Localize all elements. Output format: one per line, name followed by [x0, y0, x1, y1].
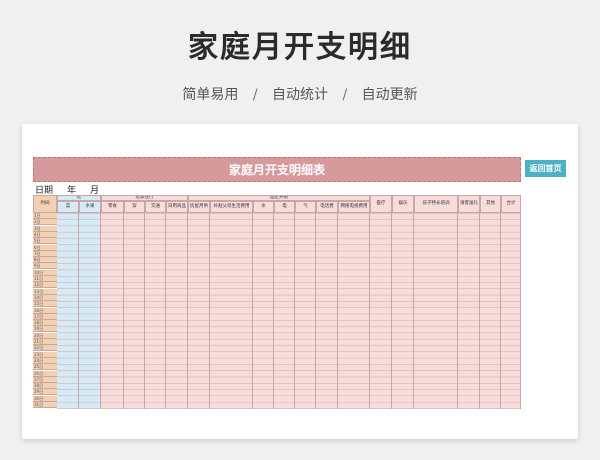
- header-entertainment: 娱乐: [392, 195, 414, 213]
- header-transport: 交通: [145, 201, 166, 213]
- column-fruit[interactable]: [79, 213, 101, 409]
- column-water[interactable]: [253, 213, 274, 409]
- column-child-training[interactable]: [414, 213, 458, 409]
- day-cell: 25日: [33, 364, 57, 371]
- day-cell: 2日: [33, 219, 57, 226]
- page-title: 家庭月开支明细: [188, 30, 412, 65]
- header-rent: 房屋月供: [188, 201, 210, 213]
- day-cell: 14日: [33, 294, 57, 301]
- header-vegetables: 菜: [57, 201, 79, 213]
- day-cell: 1日: [33, 213, 57, 219]
- day-cell: 8日: [33, 257, 57, 264]
- header-internet: 网络电视费用: [338, 201, 370, 213]
- header-daily-goods: 日用商品: [166, 201, 188, 213]
- header-medical: 医疗: [370, 195, 392, 213]
- header-gifts: 请客送礼: [458, 195, 480, 213]
- subtitle: 简单易用 / 自动统计 / 自动更新: [0, 84, 600, 104]
- column-entertainment[interactable]: [392, 213, 414, 409]
- day-cell: 27日: [33, 376, 57, 383]
- day-cell: 21日: [33, 339, 57, 345]
- column-other[interactable]: [480, 213, 501, 409]
- day-cell: 12日: [33, 282, 57, 289]
- column-transport[interactable]: [145, 213, 166, 409]
- day-cell: 17日: [33, 313, 57, 320]
- header-parents: 补贴父母生活费用: [210, 201, 253, 213]
- day-cell: 11日: [33, 276, 57, 282]
- header-gas: 气: [295, 201, 316, 213]
- table-body: 1日 2日 3日 4日 5日 6日 7日 8日 9日 10日 11日 12日 13日 14日 15日 16日 1…: [33, 213, 521, 409]
- sheet-banner: 家庭月开支明细表: [33, 157, 521, 182]
- day-cell: 13日: [33, 288, 57, 295]
- header-snacks: 零食: [101, 201, 124, 213]
- day-cell: 6日: [33, 244, 57, 251]
- day-cell: 18日: [33, 320, 57, 327]
- day-cell: 30日: [33, 395, 57, 402]
- subtitle-separator: /: [252, 87, 258, 103]
- header-phone: 电话费: [316, 201, 338, 213]
- subtitle-item-3: 自动更新: [361, 87, 418, 103]
- column-vegetables[interactable]: [57, 213, 79, 409]
- header-total: 合计: [501, 195, 521, 213]
- day-cell: 5日: [33, 238, 57, 245]
- month-label: 月: [90, 185, 100, 196]
- home-button[interactable]: 返回首页: [525, 160, 566, 177]
- header-electricity: 电: [274, 201, 295, 213]
- header-other: 其他: [480, 195, 501, 213]
- column-phone[interactable]: [316, 213, 338, 409]
- day-cell: 9日: [33, 263, 57, 270]
- column-internet[interactable]: [338, 213, 370, 409]
- date-row: 日期 年 月: [33, 183, 521, 196]
- column-snacks[interactable]: [101, 213, 124, 409]
- subtitle-separator: /: [342, 87, 348, 103]
- column-gas[interactable]: [295, 213, 316, 409]
- day-cell: 3日: [33, 225, 57, 232]
- column-parents[interactable]: [210, 213, 253, 409]
- header-water: 水: [253, 201, 274, 213]
- column-rent[interactable]: [188, 213, 210, 409]
- day-cell: 29日: [33, 389, 57, 396]
- date-label: 日期: [35, 185, 54, 196]
- day-cell: 26日: [33, 370, 57, 377]
- day-cell: 7日: [33, 250, 57, 257]
- subtitle-item-2: 自动统计: [272, 87, 328, 103]
- column-electricity[interactable]: [274, 213, 295, 409]
- day-cell: 19日: [33, 326, 57, 333]
- day-cell: 4日: [33, 231, 57, 238]
- day-cell: 10日: [33, 269, 57, 276]
- day-cell: 28日: [33, 383, 57, 390]
- column-medical[interactable]: [370, 213, 392, 409]
- year-label: 年: [67, 185, 77, 196]
- header-fruit: 水果: [79, 201, 101, 213]
- subtitle-item-1: 简单易用: [182, 87, 239, 103]
- day-cell: 22日: [33, 345, 57, 352]
- column-daily-goods[interactable]: [166, 213, 188, 409]
- day-cell: 15日: [33, 301, 57, 308]
- day-cell: 23日: [33, 351, 57, 358]
- day-cell: 16日: [33, 307, 57, 314]
- day-cell: 20日: [33, 332, 57, 339]
- header-wear: 穿: [124, 201, 145, 213]
- day-cell: 24日: [33, 357, 57, 364]
- day-cell: 31日: [33, 402, 57, 408]
- header-time: 时间: [33, 195, 57, 213]
- header-child-training: 孩子特长培训: [414, 195, 458, 213]
- column-total[interactable]: [501, 213, 521, 409]
- column-gifts[interactable]: [458, 213, 480, 409]
- column-wear[interactable]: [124, 213, 145, 409]
- spreadsheet-preview: 家庭月开支明细表 返回首页 日期 年 月 时间吃给穿住行 固定开销菜水果 零食穿交通…: [22, 124, 578, 439]
